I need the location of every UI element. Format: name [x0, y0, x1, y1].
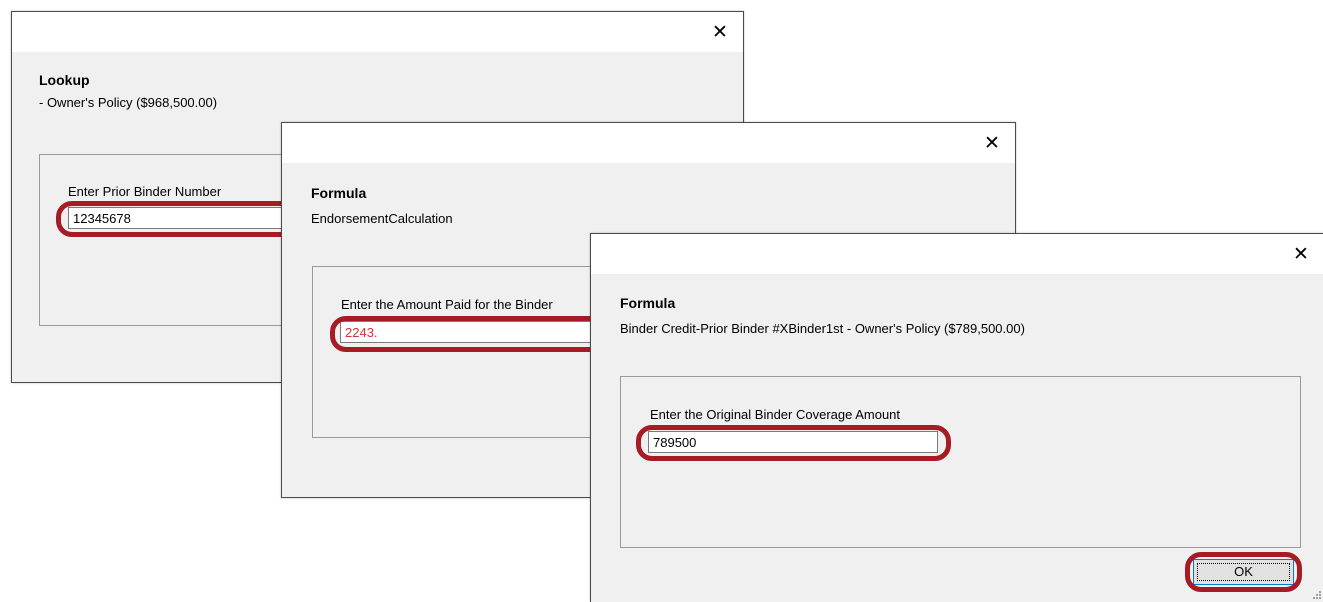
formula-amount-dialog-titlebar: [282, 123, 1015, 163]
formula-coverage-heading: Formula: [620, 295, 676, 311]
lookup-close-button[interactable]: ✕: [697, 12, 743, 52]
formula-coverage-dialog-titlebar: [591, 234, 1323, 274]
lookup-heading: Lookup: [39, 72, 90, 88]
formula-amount-close-button[interactable]: ✕: [969, 123, 1015, 163]
lookup-dialog-titlebar: [12, 12, 743, 52]
formula-amount-heading: Formula: [311, 185, 367, 201]
formula-coverage-groupbox: [620, 376, 1301, 548]
formula-coverage-subheading: Binder Credit-Prior Binder #XBinder1st -…: [620, 321, 1025, 336]
resize-grip-icon[interactable]: [1312, 590, 1322, 600]
formula-amount-subheading: EndorsementCalculation: [311, 211, 453, 226]
close-icon: ✕: [712, 21, 728, 43]
ok-button-label: OK: [1234, 564, 1253, 579]
amount-paid-field-label: Enter the Amount Paid for the Binder: [341, 297, 553, 312]
formula-coverage-close-button[interactable]: ✕: [1278, 234, 1323, 274]
close-icon: ✕: [1293, 243, 1309, 265]
lookup-subheading: - Owner's Policy ($968,500.00): [39, 95, 218, 110]
close-icon: ✕: [984, 132, 1000, 154]
coverage-amount-input[interactable]: [648, 431, 938, 453]
lookup-field-label: Enter Prior Binder Number: [68, 184, 222, 199]
ok-button[interactable]: OK: [1193, 559, 1294, 585]
formula-coverage-dialog: ✕ Formula Binder Credit-Prior Binder #XB…: [590, 233, 1323, 602]
coverage-amount-field-label: Enter the Original Binder Coverage Amoun…: [650, 407, 901, 422]
